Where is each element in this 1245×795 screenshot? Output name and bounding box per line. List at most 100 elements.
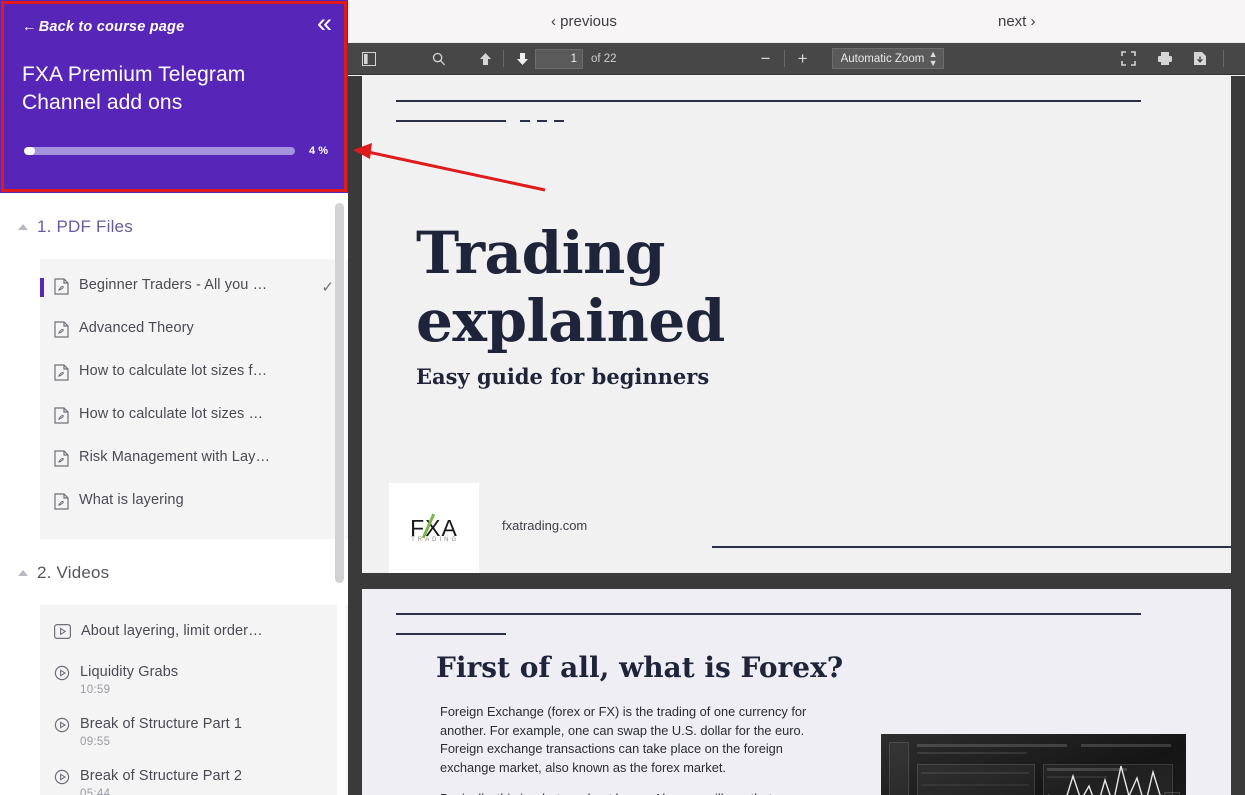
page2-paragraph-2: Basically, this is what we do at home. A… [440,790,812,795]
toolbar-divider-3 [1223,50,1224,67]
pdf-list-item[interactable]: Advanced Theory [40,310,348,353]
pdf-title-line2: explained [416,287,725,356]
course-title: FXA Premium Telegram Channel add ons [22,63,246,114]
list-item-body: What is layering [79,492,334,508]
section-item-list: About layering, limit order… Liquidity Gr… [40,605,348,795]
list-item-label: About layering, limit order… [81,623,263,639]
page1-rule-top [396,100,1141,102]
search-icon[interactable] [426,47,452,71]
logo-mark: FXA TRADING [410,513,460,543]
list-item-label: How to calculate lot sizes … [79,406,264,422]
pdf-page2-body: Foreign Exchange (forex or FX) is the tr… [440,703,812,795]
section-header[interactable]: 1. PDF Files [0,193,348,259]
pdf-file-icon [54,450,69,472]
zoom-out-button[interactable]: − [753,47,779,71]
trading-screen-photo [881,734,1186,795]
progress-bar-fill [24,147,35,155]
download-icon[interactable] [1187,47,1213,71]
zoom-level-select[interactable]: Automatic ZoomActual SizePage FitPage Wi… [831,48,944,69]
list-item-label: Break of Structure Part 2 [80,768,243,784]
course-header: ← Back to course page « FXA Premium Teleg… [0,0,348,193]
video-list-item[interactable]: About layering, limit order… [40,613,348,654]
section-header[interactable]: 2. Videos [0,539,348,605]
pdf-file-icon [54,364,69,386]
back-link-label: Back to course page [38,19,185,35]
video-list-item[interactable]: Break of Structure Part 2 05:44 [40,758,348,795]
app-root: ← Back to course page « FXA Premium Teleg… [0,0,1245,795]
pdf-list-item[interactable]: What is layering [40,482,348,525]
list-item-label: Risk Management with Lay… [79,449,271,465]
pdf-list-item[interactable]: Risk Management with Lay… [40,439,348,482]
course-sidebar: ← Back to course page « FXA Premium Teleg… [0,0,348,795]
pdf-page-1: Trading explained Easy guide for beginne… [362,76,1231,573]
list-item-body: Advanced Theory [79,320,334,336]
next-lesson-link[interactable]: next › [998,13,1036,30]
completed-check-icon: ✓ [321,279,334,296]
video-play-icon [54,624,72,644]
list-item-duration: 09:55 [80,736,111,748]
sidebar-scroll-area: 1. PDF Files Beginner Traders - All you …… [0,193,348,795]
list-item-label: Beginner Traders - All you … [79,277,268,293]
page1-dashes [520,120,564,122]
list-item-label: Advanced Theory [79,320,194,336]
course-section: 2. Videos About layering, limit order… Liq… [0,539,348,795]
pdf-viewer-pane: ‹ previous next › of 22 − + Automat [348,0,1245,795]
toolbar-divider [503,50,504,67]
zoom-select-wrapper: Automatic ZoomActual SizePage FitPage Wi… [831,48,944,69]
pdf-title-line1: Trading [416,219,665,287]
list-item-body: About layering, limit order… [81,623,334,639]
arrow-down-icon[interactable] [509,47,535,71]
pdf-list-item[interactable]: How to calculate lot sizes f… [40,353,348,396]
pdf-file-icon [54,493,69,515]
section-title: 2. Videos [37,563,110,582]
progress-percent-label: 4 % [309,145,328,157]
pdf-file-icon [54,321,69,343]
video-list-item[interactable]: Liquidity Grabs 10:59 [40,654,348,706]
list-item-body: How to calculate lot sizes … [79,406,334,422]
pdf-page-2: First of all, what is Forex? Foreign Exc… [362,589,1231,795]
sidebar-toggle-icon[interactable] [356,47,382,71]
sidebar-scrollbar-track[interactable] [335,193,346,795]
list-item-body: Beginner Traders - All you … [79,277,305,293]
list-item-body: Liquidity Grabs 10:59 [80,664,334,696]
previous-lesson-link[interactable]: ‹ previous [551,13,617,30]
caret-up-icon [18,224,28,230]
logo-subtext: TRADING [411,536,460,543]
page1-rule-short [396,120,506,122]
page2-rule-top [396,613,1141,615]
page-total-label: of 22 [591,52,617,65]
pdf-page1-title: Trading explained [416,219,725,356]
sidebar-scrollbar-thumb[interactable] [335,203,344,583]
back-arrow-icon: ← [22,19,37,35]
pdf-page1-subtitle: Easy guide for beginners [416,364,710,389]
course-sections: 1. PDF Files Beginner Traders - All you …… [0,193,348,795]
list-item-label: Break of Structure Part 1 [80,716,243,732]
back-to-course-link[interactable]: ← Back to course page [22,19,184,35]
list-item-body: Risk Management with Lay… [79,449,334,465]
arrow-up-icon[interactable] [472,47,498,71]
video-play-icon [54,717,70,738]
collapse-sidebar-icon[interactable]: « [317,10,332,37]
video-play-icon [54,665,70,686]
fullscreen-icon[interactable] [1115,47,1141,71]
pdf-list-item[interactable]: Beginner Traders - All you … ✓ [40,267,348,310]
video-list-item[interactable]: Break of Structure Part 1 09:55 [40,706,348,758]
list-item-body: How to calculate lot sizes f… [79,363,334,379]
price-chart-line [1048,765,1161,795]
page1-footer-rule [712,546,1231,548]
pdf-list-item[interactable]: How to calculate lot sizes … [40,396,348,439]
list-item-body: Break of Structure Part 1 09:55 [80,716,334,748]
page2-rule-short [396,633,506,635]
pdf-file-icon [54,278,69,300]
pdf-file-icon [54,407,69,429]
zoom-in-button[interactable]: + [790,47,816,71]
page-number-input[interactable] [535,48,583,69]
caret-up-icon [18,570,28,576]
toolbar-divider-2 [783,50,785,67]
list-item-body: Break of Structure Part 2 05:44 [80,768,334,795]
pdf-page-stage[interactable]: Trading explained Easy guide for beginne… [348,76,1245,795]
course-section: 1. PDF Files Beginner Traders - All you …… [0,193,348,539]
print-icon[interactable] [1152,47,1178,71]
progress-bar-track [24,147,296,155]
pdf-toolbar: of 22 − + Automatic ZoomActual SizePage … [348,43,1245,75]
